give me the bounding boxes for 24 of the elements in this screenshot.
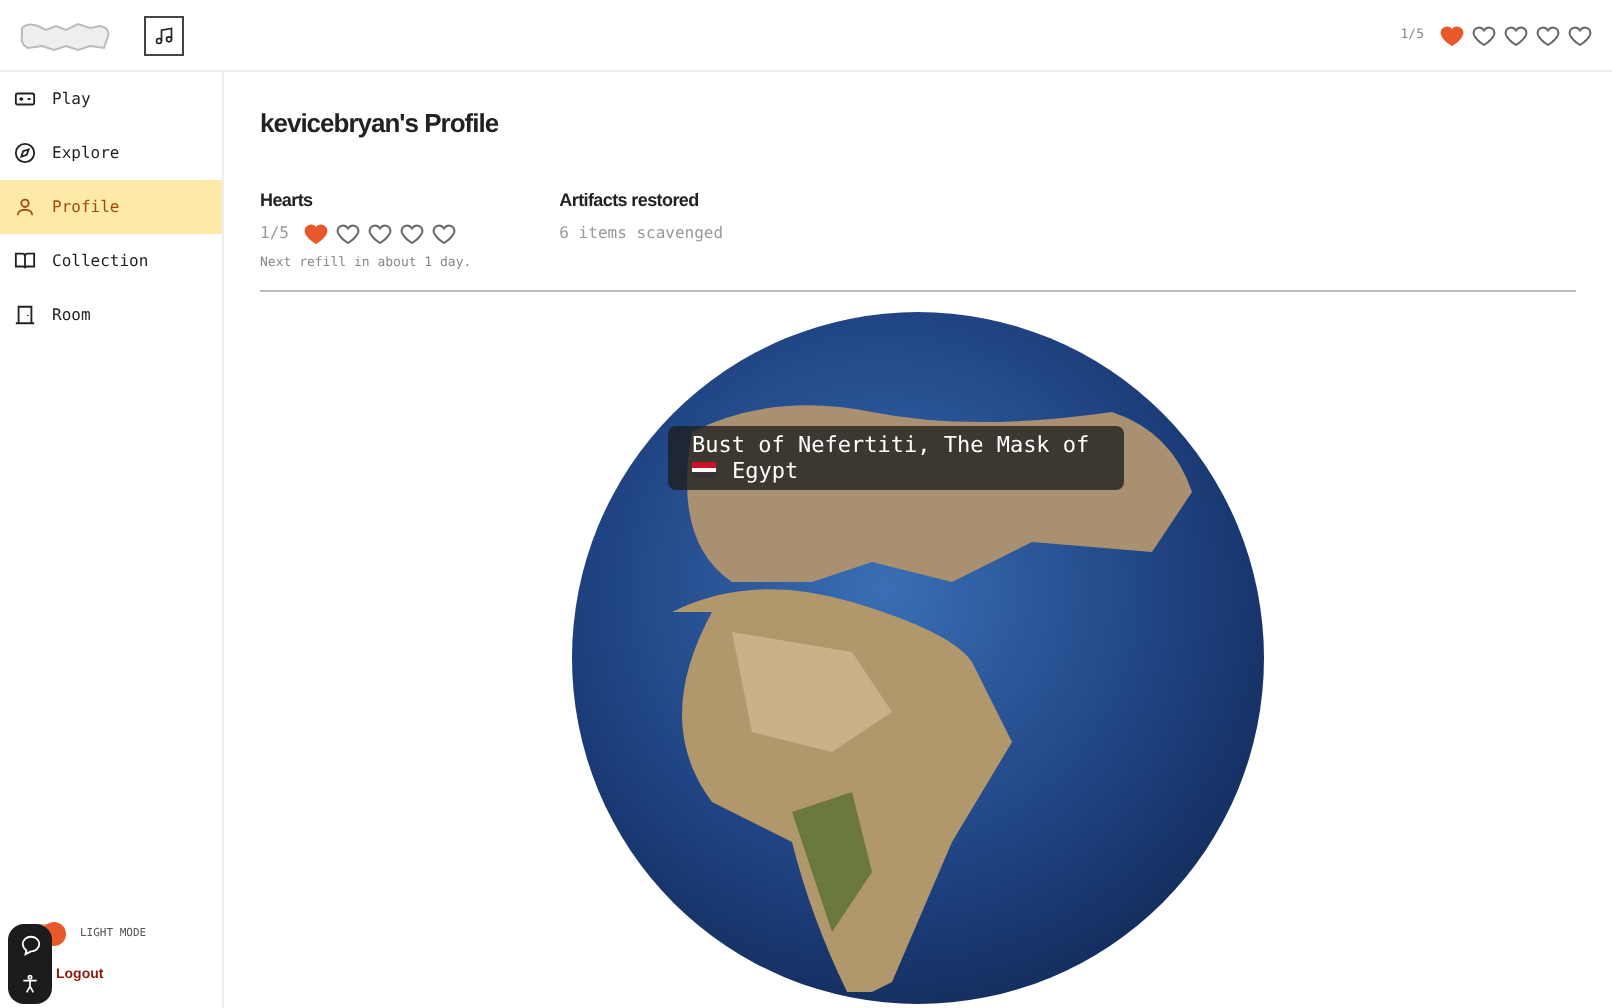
nav-item[interactable]: Explore	[0, 126, 222, 180]
user-icon	[14, 196, 36, 218]
artifact-name: Bust of Nefertiti, The Mask of	[692, 431, 1092, 458]
person-icon	[20, 974, 40, 995]
nav-item[interactable]: Collection	[0, 234, 222, 288]
artifacts-label: Artifacts restored	[559, 187, 701, 214]
accessibility-menu[interactable]	[8, 924, 52, 1004]
book-icon	[14, 250, 36, 272]
artifacts-count: 6 items scavenged	[559, 222, 724, 247]
gamepad-icon	[14, 88, 36, 110]
artifact-country: Egypt	[732, 457, 799, 484]
globe[interactable]: Bust of Nefertiti, The Mask of Egypt	[572, 311, 1264, 1004]
compass-icon	[14, 142, 36, 164]
nav-item[interactable]: Room	[0, 288, 222, 342]
door-icon	[14, 304, 36, 326]
page-title: kevicebryan's Profile	[260, 108, 501, 140]
nav-item[interactable]: Play	[0, 72, 222, 126]
music-button[interactable]	[144, 15, 184, 55]
hearts-count: 1/5	[260, 222, 289, 247]
music-note-icon	[154, 25, 174, 45]
hearts-label: Hearts	[260, 187, 315, 214]
flag-icon	[692, 462, 716, 479]
nav-item[interactable]: Profile	[0, 180, 222, 234]
chat-bubble-icon	[19, 933, 41, 956]
